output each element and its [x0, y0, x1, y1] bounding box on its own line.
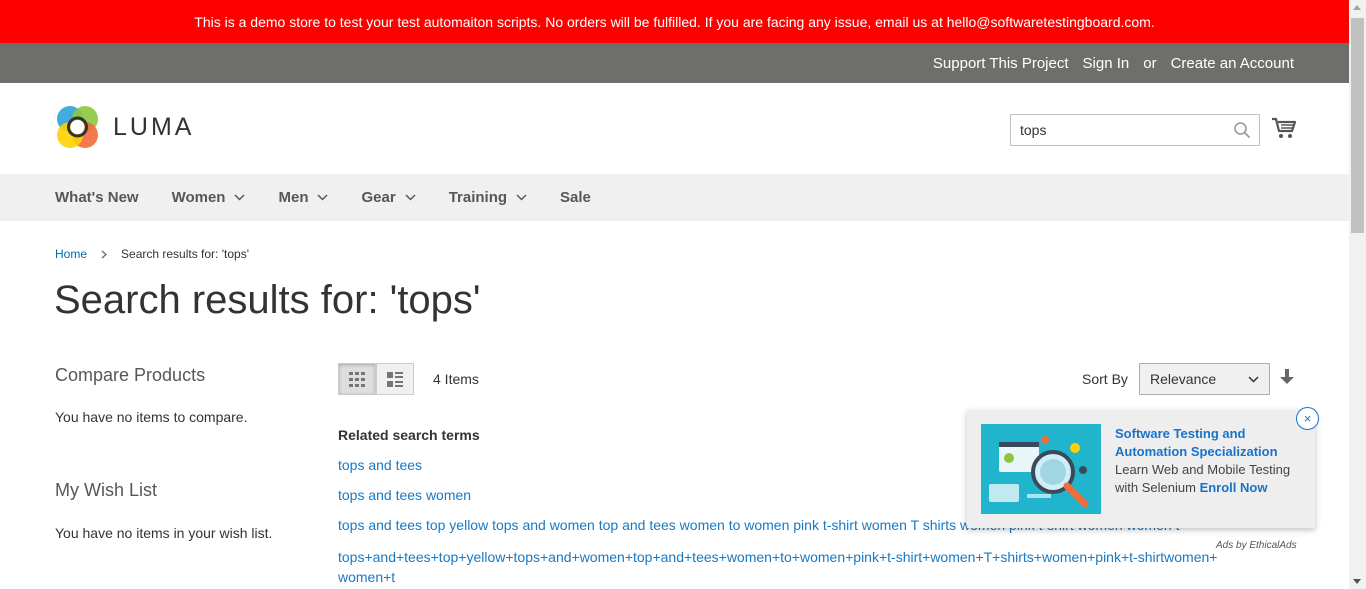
sort-by-label: Sort By: [1082, 371, 1128, 387]
sign-in-link[interactable]: Sign In: [1083, 55, 1130, 72]
item-count: 4 Items: [433, 371, 479, 387]
page-title: Search results for: 'tops': [54, 278, 481, 322]
ad-image[interactable]: [981, 424, 1101, 514]
nav-label: Sale: [560, 189, 591, 206]
nav-item-sale[interactable]: Sale: [560, 189, 591, 206]
related-term-link[interactable]: tops and tees: [338, 457, 422, 473]
list-view-button[interactable]: [376, 363, 414, 395]
breadcrumb: Home Search results for: 'tops': [55, 247, 249, 261]
chevron-down-icon: [405, 194, 416, 201]
nav-label: Women: [171, 189, 226, 206]
grid-icon: [349, 371, 365, 387]
nav-label: Gear: [361, 189, 396, 206]
nav-label: What's New: [55, 189, 139, 206]
luma-logo-icon: [57, 106, 98, 148]
ad-cta[interactable]: Enroll Now: [1200, 480, 1268, 495]
breadcrumb-home-link[interactable]: Home: [55, 247, 87, 261]
close-icon: ×: [1303, 411, 1312, 426]
search-input[interactable]: [1011, 115, 1221, 145]
compare-products-empty: You have no items to compare.: [55, 409, 248, 425]
grid-view-button[interactable]: [338, 363, 376, 395]
wishlist-title: My Wish List: [55, 480, 158, 500]
compare-products-title: Compare Products: [55, 365, 206, 385]
search-icon[interactable]: [1233, 121, 1251, 139]
chevron-down-icon: [234, 194, 246, 201]
view-mode-switcher: [338, 363, 414, 395]
page-scrollbar[interactable]: [1349, 0, 1366, 589]
create-account-link[interactable]: Create an Account: [1171, 55, 1294, 72]
ad-close-button[interactable]: ×: [1296, 407, 1319, 430]
demo-notice-text: This is a demo store to test your test a…: [194, 13, 1155, 30]
chevron-down-icon: [516, 194, 527, 201]
related-term-link[interactable]: tops and tees women: [338, 487, 471, 503]
nav-label: Training: [448, 189, 508, 206]
nav-item-women[interactable]: Women: [172, 189, 246, 206]
logo-text: LUMA: [113, 112, 195, 141]
magnifier-illustration-icon: [981, 424, 1101, 514]
nav-item-whats-new[interactable]: What's New: [55, 189, 139, 206]
ad-title[interactable]: Software Testing and Automation Speciali…: [1115, 426, 1278, 459]
scroll-down-arrow-icon[interactable]: [1353, 579, 1361, 584]
nav-item-training[interactable]: Training: [449, 189, 527, 206]
list-icon: [387, 371, 403, 387]
ad-attribution[interactable]: Ads by EthicalAds: [1216, 540, 1297, 551]
wishlist-empty: You have no items in your wish list.: [55, 525, 273, 541]
search-box: [1010, 114, 1260, 146]
chevron-down-icon: [317, 194, 329, 201]
ethical-ad: Software Testing and Automation Speciali…: [967, 410, 1315, 528]
related-term-link[interactable]: tops+and+tees+top+yellow+tops+and+women+…: [338, 547, 1218, 587]
nav-item-men[interactable]: Men: [278, 189, 329, 206]
sort-by-value: Relevance: [1150, 371, 1217, 387]
sort-by-select[interactable]: Relevance: [1139, 363, 1270, 395]
luma-logo[interactable]: LUMA: [55, 105, 194, 149]
nav-label: Men: [278, 189, 309, 206]
scrollbar-thumb[interactable]: [1351, 18, 1364, 233]
chevron-down-icon: [1248, 376, 1259, 383]
main-navigation: What's New Women Men Gear Training Sale: [0, 174, 1349, 221]
chevron-right-icon: [101, 250, 107, 258]
sort-direction-arrow-icon[interactable]: [1280, 369, 1294, 385]
nav-item-gear[interactable]: Gear: [361, 189, 416, 206]
header-links-bar: Support This Project Sign In or Create a…: [0, 43, 1349, 83]
breadcrumb-current: Search results for: 'tops': [121, 247, 249, 261]
or-separator: or: [1143, 54, 1157, 72]
scroll-up-arrow-icon[interactable]: [1353, 5, 1361, 10]
cart-icon[interactable]: [1271, 116, 1297, 140]
ad-text[interactable]: Software Testing and Automation Speciali…: [1115, 425, 1300, 497]
demo-notice-bar: This is a demo store to test your test a…: [0, 0, 1349, 43]
related-terms-title: Related search terms: [338, 427, 480, 443]
support-link[interactable]: Support This Project: [933, 55, 1069, 72]
